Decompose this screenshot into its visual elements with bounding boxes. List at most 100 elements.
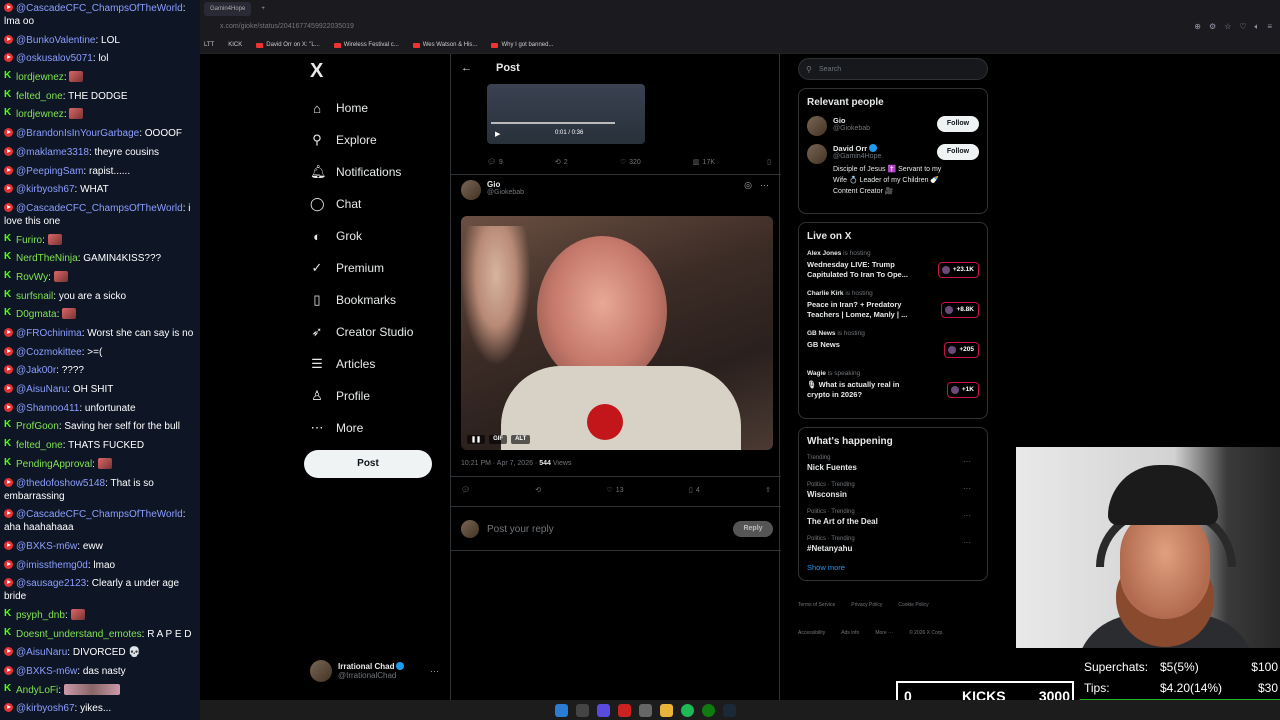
chat-username[interactable]: RovWy	[16, 272, 48, 283]
chat-username[interactable]: PendingApproval	[16, 459, 92, 470]
bookmark-star-icon[interactable]: ☆	[1224, 22, 1231, 32]
more-icon[interactable]: ···	[963, 484, 971, 493]
follow-button[interactable]: Follow	[937, 116, 979, 132]
quoted-video[interactable]: ▶ 0:01 / 0:36	[487, 84, 645, 144]
nav-item-articles[interactable]: ☰ Articles	[310, 348, 413, 380]
extension-icon[interactable]: ⚙	[1209, 22, 1216, 32]
pause-icon[interactable]: ❚❚	[467, 435, 486, 444]
nav-item-more[interactable]: ⋯ More	[310, 412, 413, 444]
chat-username[interactable]: lordjewnez	[16, 72, 64, 83]
live-item[interactable]: GB News is hosting GB News +205	[807, 330, 979, 362]
account-switcher[interactable]: Irrational Chad @IrrationalChad ···	[310, 660, 439, 682]
more-icon[interactable]: ···	[963, 511, 971, 520]
like-action[interactable]: ♡ 13	[607, 486, 624, 495]
chat-username[interactable]: AndyLoFi	[16, 685, 58, 696]
more-icon[interactable]: ···	[963, 457, 971, 466]
zoom-icon[interactable]: ⊕	[1194, 22, 1201, 32]
app-icon[interactable]	[596, 703, 610, 717]
nav-item-bookmarks[interactable]: ▯ Bookmarks	[310, 284, 413, 316]
more-icon[interactable]: ···	[760, 180, 769, 191]
follow-button[interactable]: Follow	[937, 144, 979, 160]
live-item[interactable]: Wagie is speaking 🎙 What is actually real…	[807, 370, 979, 402]
views-action[interactable]: ▥ 17K	[693, 158, 715, 167]
show-more-link[interactable]: Show more	[807, 563, 979, 572]
chat-username[interactable]: @Jak00r	[16, 365, 56, 376]
reply-action[interactable]: 💬︎ 9	[487, 158, 503, 167]
chat-username[interactable]: lordjewnez	[16, 109, 64, 120]
more-icon[interactable]: ···	[963, 538, 971, 547]
nav-item-notifications[interactable]: 🔔︎ Notifications	[310, 156, 413, 188]
bookmark-item[interactable]: Why I got banned...	[491, 42, 553, 48]
nav-item-creator-studio[interactable]: ➶ Creator Studio	[310, 316, 414, 348]
chat-username[interactable]: @Shamoo411	[16, 403, 79, 414]
chat-username[interactable]: @kirbyosh67	[16, 703, 75, 714]
chat-username[interactable]: psyph_dnb	[16, 610, 65, 621]
xbox-icon[interactable]	[701, 703, 715, 717]
heart-icon[interactable]: ♡	[1239, 22, 1246, 32]
like-action[interactable]: ♡ 320	[620, 158, 641, 167]
footer-link[interactable]: Ads info	[841, 627, 859, 639]
chat-username[interactable]: ProfGoon	[16, 421, 59, 432]
search-input[interactable]: ⚲ Search	[798, 58, 988, 80]
chat-username[interactable]: @FROchinima	[16, 328, 82, 339]
chat-username[interactable]: Furiro	[16, 235, 42, 246]
post-video[interactable]: ❚❚ GIF ALT	[461, 216, 773, 450]
live-item[interactable]: Charlie Kirk is hosting Peace in Iran? + …	[807, 290, 979, 322]
chat-username[interactable]: @BunkoValentine	[16, 35, 95, 46]
chat-username[interactable]: felted_one	[16, 440, 63, 451]
live-item[interactable]: Alex Jones is hosting Wednesday LIVE: Tru…	[807, 250, 979, 282]
chat-username[interactable]: @oskusalov5071	[16, 53, 93, 64]
alt-tag[interactable]: ALT	[511, 435, 531, 444]
chat-username[interactable]: @BXKS-m6w	[16, 541, 77, 552]
nav-item-premium[interactable]: ✓ Premium	[310, 252, 413, 284]
repost-action[interactable]: ⟲	[535, 486, 541, 494]
chat-username[interactable]: surfsnail	[16, 291, 53, 302]
opera-icon[interactable]	[617, 703, 631, 717]
bookmark-action[interactable]: ▯ 4	[689, 486, 700, 495]
start-icon[interactable]	[554, 703, 568, 717]
menu-icon[interactable]: ≡	[1267, 22, 1272, 32]
volume-icon[interactable]: 🔈︎	[1255, 22, 1260, 32]
post-timestamp[interactable]: 10:21 PM · Apr 7, 2026 ·	[461, 460, 539, 467]
footer-link[interactable]: © 2026 X Corp.	[909, 627, 944, 639]
chat-username[interactable]: @CascadeCFC_ChampsOfTheWorld	[16, 3, 183, 14]
post-button[interactable]: Post	[304, 450, 432, 478]
browser-tab[interactable]: Gamin4Hope	[204, 2, 252, 16]
address-bar[interactable]: x.com/gioke/status/2041677459922035019	[204, 20, 1084, 34]
chat-username[interactable]: @Cozmokittee	[16, 347, 82, 358]
chat-username[interactable]: @imissthemg0d	[16, 560, 88, 571]
chat-username[interactable]: @AisuNaru	[16, 647, 67, 658]
nav-item-profile[interactable]: ♙ Profile	[310, 380, 413, 412]
x-logo[interactable]: X	[310, 60, 323, 83]
chat-username[interactable]: Doesnt_understand_emotes	[16, 629, 142, 640]
grok-icon[interactable]: ◎	[744, 180, 752, 191]
trend-item[interactable]: Politics · Trending The Art of the Deal ··…	[807, 509, 979, 526]
reply-input[interactable]: Post your reply	[487, 524, 725, 535]
new-tab-button[interactable]: +	[255, 2, 271, 16]
bookmark-item[interactable]: LTT	[204, 42, 214, 48]
folder-icon[interactable]	[659, 703, 673, 717]
chat-username[interactable]: felted_one	[16, 91, 63, 102]
trend-item[interactable]: Politics · Trending Wisconsin ···	[807, 482, 979, 499]
chat-username[interactable]: D0gmata	[16, 309, 57, 320]
chat-username[interactable]: @BXKS-m6w	[16, 666, 77, 677]
bookmark-item[interactable]: David Orr on X: "L...	[256, 42, 320, 48]
spotify-icon[interactable]	[680, 703, 694, 717]
live-listeners-badge[interactable]: +1K	[946, 382, 979, 398]
trend-item[interactable]: Politics · Trending #Netanyahu ···	[807, 536, 979, 553]
bookmark-item[interactable]: Wes Watson & His...	[412, 42, 477, 48]
obs-icon[interactable]	[638, 703, 652, 717]
person-item[interactable]: David Orr @Gamin4Hope Disciple of Jesus ✝️…	[807, 144, 979, 197]
chat-username[interactable]: @CascadeCFC_ChampsOfTheWorld	[16, 203, 183, 214]
live-listeners-badge[interactable]: +8.8K	[941, 302, 979, 318]
footer-link[interactable]: Accessibility	[798, 627, 825, 639]
footer-link[interactable]: Terms of Service	[798, 599, 835, 611]
person-item[interactable]: Gio @Giokebab Follow	[807, 116, 979, 136]
bookmark-action[interactable]: ▯	[767, 158, 771, 166]
nav-item-explore[interactable]: ⚲ Explore	[310, 124, 413, 156]
search-icon[interactable]	[575, 703, 589, 717]
footer-link[interactable]: More ···	[875, 627, 893, 639]
chat-username[interactable]: @maklame3318	[16, 147, 89, 158]
video-progress[interactable]	[491, 122, 615, 124]
back-arrow-icon[interactable]: ←	[461, 62, 472, 74]
